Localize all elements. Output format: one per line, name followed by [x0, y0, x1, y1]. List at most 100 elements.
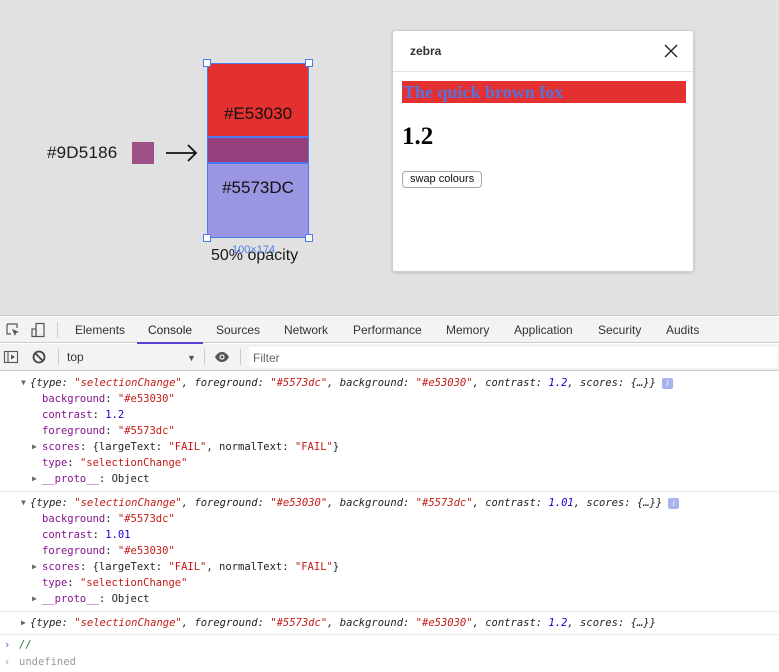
- info-icon[interactable]: i: [668, 497, 680, 509]
- console-message: ▼ {type: "selectionChange", foreground: "…: [0, 372, 779, 492]
- property-row: type: "selectionChange": [42, 457, 188, 469]
- prop-proto: Object: [111, 593, 150, 605]
- summary-type: "selectionChange": [74, 497, 182, 509]
- selection-size-label: 100×174: [232, 244, 276, 256]
- tab-sources[interactable]: Sources: [216, 317, 260, 343]
- resize-handle-top-left[interactable]: [203, 59, 211, 67]
- tab-memory[interactable]: Memory: [446, 317, 489, 343]
- tab-elements[interactable]: Elements: [75, 317, 125, 343]
- context-select[interactable]: top: [67, 344, 201, 370]
- context-select-value: top: [67, 350, 84, 364]
- dropdown-caret-icon: ▼: [187, 353, 196, 363]
- property-row: contrast: 1.01: [42, 529, 131, 541]
- prop-foreground: "#5573dc": [117, 425, 175, 437]
- panel-title: zebra: [410, 44, 442, 58]
- tab-console[interactable]: Console: [136, 317, 204, 344]
- prop-type: "selectionChange": [79, 457, 188, 469]
- summary-foreground: "#5573dc": [270, 377, 328, 389]
- prop-normal-text: "FAIL": [294, 561, 333, 573]
- panel-header: zebra: [393, 31, 693, 72]
- prop-contrast: 1.01: [105, 529, 131, 541]
- console-filter-input[interactable]: [249, 347, 777, 368]
- contrast-sample-text: The quick brown fox: [402, 81, 686, 103]
- inspect-element-icon[interactable]: [5, 322, 21, 338]
- show-sidebar-icon[interactable]: [3, 349, 19, 365]
- eye-icon[interactable]: [214, 349, 230, 365]
- prop-proto: Object: [111, 473, 150, 485]
- summary-foreground: "#e53030": [270, 497, 328, 509]
- summary-foreground: "#5573dc": [270, 617, 328, 629]
- console-result-line: ‹ undefined: [0, 654, 779, 670]
- result-arrow-icon: ‹: [4, 656, 11, 668]
- prop-large-text: "FAIL": [168, 441, 207, 453]
- property-row: background: "#5573dc": [42, 513, 175, 525]
- summary-background: "#e53030": [415, 377, 473, 389]
- resize-handle-bottom-right[interactable]: [305, 234, 313, 242]
- device-toolbar-icon[interactable]: [30, 322, 46, 338]
- resize-handle-top-right[interactable]: [305, 59, 313, 67]
- console-toolbar: top ▼: [0, 344, 779, 371]
- console-output: ▼ {type: "selectionChange", foreground: "…: [0, 372, 779, 672]
- property-row: type: "selectionChange": [42, 577, 188, 589]
- property-row: contrast: 1.2: [42, 409, 125, 421]
- selection-divider: [207, 162, 309, 164]
- prop-background: "#e53030": [117, 393, 175, 405]
- tab-application[interactable]: Application: [514, 317, 573, 343]
- console-input-text: //: [19, 639, 32, 651]
- expand-triangle-icon[interactable]: ▼: [21, 495, 26, 511]
- mixed-color-label: #9D5186: [47, 143, 118, 162]
- arrow-right-icon: [166, 144, 198, 162]
- property-row: foreground: "#e53030": [42, 545, 175, 557]
- property-row-scores[interactable]: ▶ scores: {largeText: "FAIL", normalText:…: [0, 439, 779, 455]
- expand-triangle-icon[interactable]: ▶: [32, 439, 37, 455]
- toolbar-divider: [204, 349, 205, 365]
- prop-normal-text: "FAIL": [294, 441, 333, 453]
- color-stack-selection[interactable]: #E53030 #5573DC: [203, 59, 313, 242]
- object-summary[interactable]: ▼ {type: "selectionChange", foreground: "…: [0, 495, 779, 511]
- property-row-proto[interactable]: ▶ __proto__: Object: [0, 591, 779, 607]
- property-row: background: "#e53030": [42, 393, 175, 405]
- tab-audits[interactable]: Audits: [666, 317, 699, 343]
- property-row-proto[interactable]: ▶ __proto__: Object: [0, 471, 779, 487]
- toolbar-divider: [58, 349, 59, 365]
- mixed-color-swatch: [132, 142, 154, 164]
- console-input-line[interactable]: › //: [0, 637, 779, 653]
- prop-background: "#5573dc": [117, 513, 175, 525]
- tab-security[interactable]: Security: [598, 317, 641, 343]
- expand-triangle-icon[interactable]: ▶: [21, 615, 26, 631]
- summary-contrast: 1.2: [548, 377, 568, 389]
- summary-contrast: 1.2: [548, 617, 568, 629]
- expand-triangle-icon[interactable]: ▶: [32, 591, 37, 607]
- summary-scores: {…}: [630, 617, 650, 629]
- summary-type: "selectionChange": [74, 377, 182, 389]
- summary-scores: {…}: [636, 497, 656, 509]
- info-icon[interactable]: i: [661, 377, 673, 389]
- design-canvas[interactable]: #9D5186 #E53030 #5573DC 50% opacity 100×…: [0, 0, 779, 316]
- tab-performance[interactable]: Performance: [353, 317, 422, 343]
- property-row: foreground: "#5573dc": [42, 425, 175, 437]
- expand-triangle-icon[interactable]: ▼: [21, 375, 26, 391]
- summary-type: "selectionChange": [74, 617, 182, 629]
- devtools-tab-bar: Elements Console Sources Network Perform…: [0, 317, 779, 344]
- summary-scores: {…}: [630, 377, 650, 389]
- property-row-scores[interactable]: ▶ scores: {largeText: "FAIL", normalText:…: [0, 559, 779, 575]
- selection-divider: [207, 136, 309, 138]
- console-message: ▶ {type: "selectionChange", foreground: "…: [0, 612, 779, 635]
- close-icon[interactable]: [662, 42, 680, 60]
- toolbar-divider: [57, 322, 58, 338]
- console-result-text: undefined: [19, 656, 76, 668]
- tab-network[interactable]: Network: [284, 317, 328, 343]
- expand-triangle-icon[interactable]: ▶: [32, 559, 37, 575]
- toolbar-divider: [240, 349, 241, 365]
- expand-triangle-icon[interactable]: ▶: [32, 471, 37, 487]
- swap-colours-button[interactable]: swap colours: [402, 171, 483, 188]
- prop-type: "selectionChange": [79, 577, 188, 589]
- object-summary[interactable]: ▼ {type: "selectionChange", foreground: "…: [0, 375, 779, 391]
- object-summary[interactable]: ▶ {type: "selectionChange", foreground: "…: [0, 615, 779, 631]
- clear-console-icon[interactable]: [31, 349, 47, 365]
- selection-outline: [207, 63, 309, 238]
- prop-contrast: 1.2: [105, 409, 125, 421]
- summary-contrast: 1.01: [548, 497, 574, 509]
- plugin-panel: zebra The quick brown fox 1.2 swap colou…: [392, 30, 694, 272]
- resize-handle-bottom-left[interactable]: [203, 234, 211, 242]
